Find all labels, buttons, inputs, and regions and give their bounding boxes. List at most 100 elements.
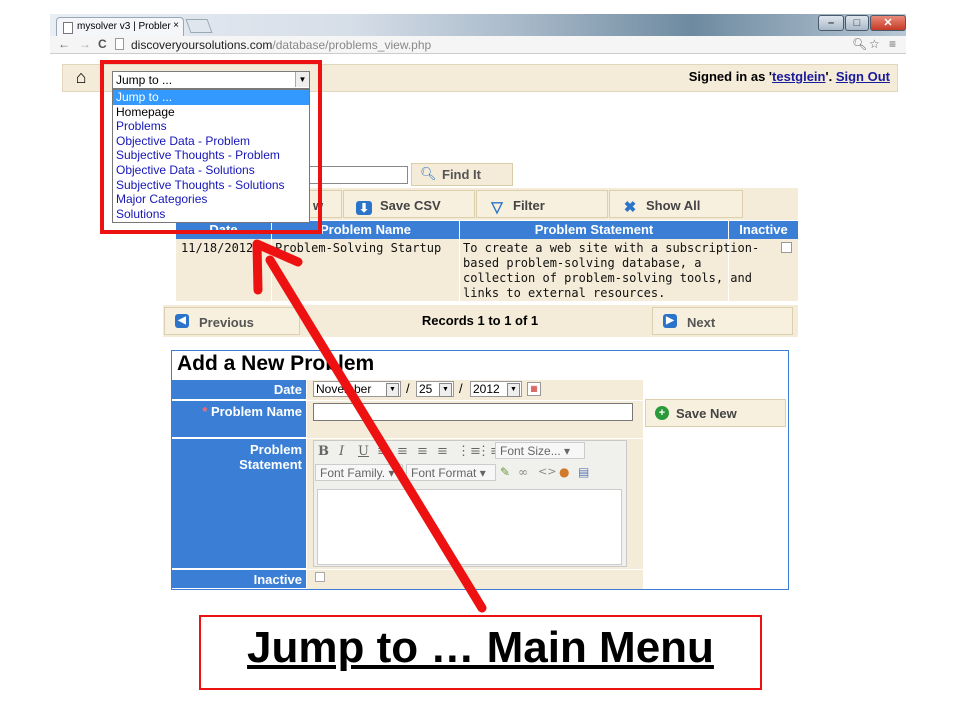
align-center-icon[interactable]: ≡ [397, 444, 408, 459]
font-size-value: Font Size... [500, 444, 561, 458]
color-icon[interactable]: ● [559, 465, 569, 479]
signed-in-suffix: '. [825, 69, 836, 84]
previous-label: Previous [199, 315, 254, 330]
problem-statement-label-line: Statement [239, 457, 302, 472]
plus-icon: + [655, 406, 669, 420]
date-separator: / [459, 381, 463, 396]
chevron-down-icon: ▼ [386, 383, 399, 397]
filter-button[interactable]: ▽ Filter [476, 190, 608, 218]
column-divider [459, 239, 460, 301]
filter-icon: ▽ [491, 199, 503, 216]
menu-icon[interactable]: ≡ [889, 37, 896, 51]
close-window-icon[interactable]: ✕ [870, 15, 906, 31]
align-left-icon[interactable]: ≡ [377, 444, 388, 459]
col-inactive-header[interactable]: Inactive [728, 221, 798, 239]
tab-close-icon[interactable]: × [173, 20, 179, 31]
show-all-label: Show All [646, 198, 701, 213]
problem-name-label-text: Problem Name [210, 404, 302, 419]
inactive-label: Inactive [172, 570, 306, 589]
chevron-down-icon: ▼ [439, 383, 452, 397]
signed-in-prefix: Signed in as ' [688, 69, 773, 84]
back-arrow-icon[interactable]: ← [58, 37, 70, 51]
download-icon: ⬇ [356, 201, 372, 215]
statement-line: To create a web site with a subscription… [463, 241, 760, 255]
row-statement: To create a web site with a subscription… [463, 241, 759, 301]
bold-icon[interactable]: B [318, 444, 329, 459]
previous-button[interactable]: ◀ Previous [164, 307, 300, 335]
records-count: Records 1 to 1 of 1 [421, 313, 539, 328]
font-format-value: Font Format [411, 466, 477, 480]
minimize-icon[interactable]: – [818, 15, 844, 31]
url-domain: discoveryoursolutions.com [131, 38, 273, 52]
find-it-label: Find It [442, 167, 481, 182]
calendar-icon[interactable]: ▦ [527, 382, 541, 396]
page-icon [63, 22, 73, 34]
caption: Jump to … Main Menu [247, 623, 714, 672]
highlight-box [100, 60, 322, 234]
editor-text-area[interactable] [317, 489, 622, 565]
show-all-button[interactable]: ✖ Show All [609, 190, 743, 218]
statement-line: based problem-solving database, a [463, 256, 702, 270]
next-button[interactable]: ▶ Next [652, 307, 793, 335]
row-date: 11/18/2012 [181, 241, 254, 255]
day-value: 25 [419, 382, 433, 396]
clear-filter-icon: ✖ [623, 199, 637, 216]
font-format-select[interactable]: Font Format ▾ [406, 464, 496, 481]
day-select[interactable]: 25 ▼ [416, 381, 454, 397]
reload-icon[interactable]: C [98, 37, 107, 51]
signed-in-status: Signed in as 'testglein'. Sign Out [640, 69, 890, 85]
underline-icon[interactable]: U [358, 444, 369, 459]
problem-statement-label-line: Problem [249, 442, 302, 457]
justify-icon[interactable]: ≡ [437, 444, 448, 459]
search-icon: 🔍︎ [420, 166, 437, 181]
column-divider [271, 239, 272, 301]
edit-icon[interactable]: ✎ [500, 465, 510, 479]
filter-label: Filter [513, 198, 545, 213]
month-value: November [316, 382, 372, 396]
year-select[interactable]: 2012 ▼ [470, 381, 522, 397]
save-new-button[interactable]: + Save New [645, 399, 786, 427]
html-source-icon[interactable]: <> [538, 465, 556, 478]
col-statement-header[interactable]: Problem Statement [459, 221, 728, 239]
save-csv-button[interactable]: ⬇ Save CSV [343, 190, 475, 218]
url-path: /database/problems_view.php [272, 38, 432, 52]
date-label: Date [172, 380, 306, 400]
username-link[interactable]: testglein [772, 69, 825, 84]
address-bar[interactable]: discoveryoursolutions.com/database/probl… [131, 38, 431, 52]
document-icon[interactable]: ▤ [578, 465, 589, 479]
chevron-down-icon: ▼ [507, 383, 520, 397]
forward-arrow-icon[interactable]: → [79, 37, 91, 51]
statement-line: links to external resources. [463, 286, 666, 300]
row-name: Problem-Solving Startup [275, 241, 442, 255]
problem-statement-label: Problem Statement [172, 439, 306, 569]
link-icon[interactable]: ∞ [518, 465, 528, 479]
italic-icon[interactable]: I [339, 444, 344, 459]
month-select[interactable]: November ▼ [313, 381, 401, 397]
tab-title: mysolver v3 | Probler [77, 21, 171, 32]
align-right-icon[interactable]: ≡ [417, 444, 428, 459]
bookmark-star-icon[interactable]: ☆ [869, 37, 880, 51]
date-separator: / [406, 381, 410, 396]
inactive-checkbox[interactable] [315, 572, 325, 582]
search-input[interactable] [308, 166, 408, 184]
problem-name-label: * Problem Name [172, 401, 306, 438]
save-csv-label: Save CSV [380, 198, 441, 213]
sign-out-link[interactable]: Sign Out [836, 69, 890, 84]
font-family-select[interactable]: Font Family. ▾ [315, 464, 403, 481]
problem-name-input[interactable] [313, 403, 633, 421]
maximize-icon[interactable]: □ [845, 15, 869, 31]
form-title: Add a New Problem [177, 352, 375, 375]
inactive-checkbox[interactable] [781, 242, 792, 253]
save-new-label: Save New [676, 406, 737, 421]
font-size-select[interactable]: Font Size... ▾ [495, 442, 585, 459]
page-info-icon[interactable] [115, 38, 124, 50]
previous-arrow-icon: ◀ [175, 314, 189, 328]
next-label: Next [687, 315, 716, 330]
zoom-icon[interactable]: 🔍︎ [852, 37, 867, 51]
year-value: 2012 [473, 382, 500, 396]
browser-tab[interactable]: mysolver v3 | Probler × [56, 17, 184, 36]
font-family-value: Font Family. [320, 466, 386, 480]
home-icon[interactable]: ⌂ [70, 67, 92, 87]
required-marker: * [202, 404, 208, 419]
new-tab-button[interactable] [185, 19, 213, 33]
